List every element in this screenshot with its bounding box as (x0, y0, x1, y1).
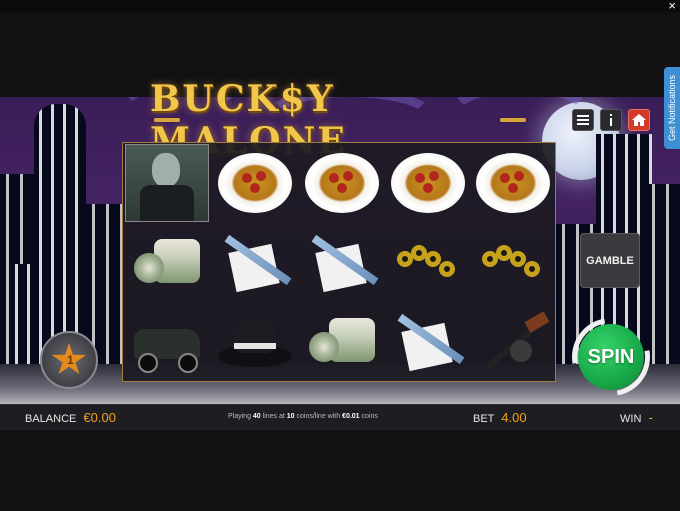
status-bar: BALANCE €0.00 Playing 40 lines at 10 coi… (0, 404, 680, 430)
gamble-button[interactable]: GAMBLE (580, 233, 640, 288)
game-logo: BUCK$Y MALONE (150, 78, 530, 162)
reel-symbol-car (124, 302, 210, 380)
menu-button[interactable] (572, 109, 594, 131)
info-coin-value: €0.01 (342, 413, 360, 420)
reel-symbol-spaghetti (385, 144, 471, 222)
info-icon (610, 114, 612, 126)
bottom-empty-area (0, 430, 680, 511)
reel-symbol-spaghetti (299, 144, 385, 222)
home-button[interactable] (628, 109, 650, 131)
info-prefix: Playing (228, 413, 253, 420)
reel-symbol-boss (124, 144, 210, 222)
reel-symbol-cash (299, 302, 385, 380)
win-label: WIN (620, 413, 642, 425)
reel-symbol-razor (385, 302, 471, 380)
reel-symbol-spaghetti (470, 144, 556, 222)
reel-symbol-razor (299, 223, 385, 301)
reel-symbol-razor (212, 223, 298, 301)
logo-ornament (154, 118, 180, 122)
bonus-star-count: 1 (67, 353, 74, 367)
bet-info-text: Playing 40 lines at 10 coins/line with €… (228, 413, 378, 420)
info-lines: 40 (252, 413, 261, 420)
bet-display[interactable]: BET 4.00 (473, 410, 527, 425)
balance-display: BALANCE €0.00 (25, 410, 116, 425)
notifications-label: Get Notifications (667, 74, 677, 142)
menu-icon (577, 115, 589, 125)
spin-label: SPIN (587, 345, 635, 368)
bet-label: BET (473, 413, 495, 425)
bonus-star-button[interactable]: 1 (40, 331, 98, 389)
info-suffix: coins (359, 413, 378, 420)
bet-value: 4.00 (501, 410, 527, 425)
reel-symbol-knuckles (470, 223, 556, 301)
info-coins: 10 (286, 413, 295, 420)
reel-symbol-fedora (212, 302, 298, 380)
reel-symbol-knuckles (385, 223, 471, 301)
win-display: WIN - (620, 410, 653, 425)
get-notifications-tab[interactable]: Get Notifications (664, 67, 680, 149)
home-icon (632, 114, 646, 126)
info-mid2: coins/line with (294, 413, 343, 420)
win-value: - (648, 410, 653, 425)
logo-ornament (500, 118, 526, 122)
balance-value: €0.00 (83, 410, 116, 425)
gamble-label: GAMBLE (586, 254, 634, 267)
reel-symbol-cash (124, 223, 210, 301)
info-button[interactable] (600, 109, 622, 131)
game-window: × BUCK$Y MALONE Get Notifications 1 GAMB… (0, 0, 680, 511)
reels-grid (122, 142, 556, 382)
info-mid: lines at (260, 413, 287, 420)
reel-symbol-spaghetti (212, 144, 298, 222)
reel-symbol-tommy-gun (470, 302, 556, 380)
balance-label: BALANCE (25, 413, 77, 425)
close-icon[interactable]: × (668, 0, 676, 13)
spin-button[interactable]: SPIN (556, 302, 666, 412)
top-bar: × (0, 0, 680, 13)
